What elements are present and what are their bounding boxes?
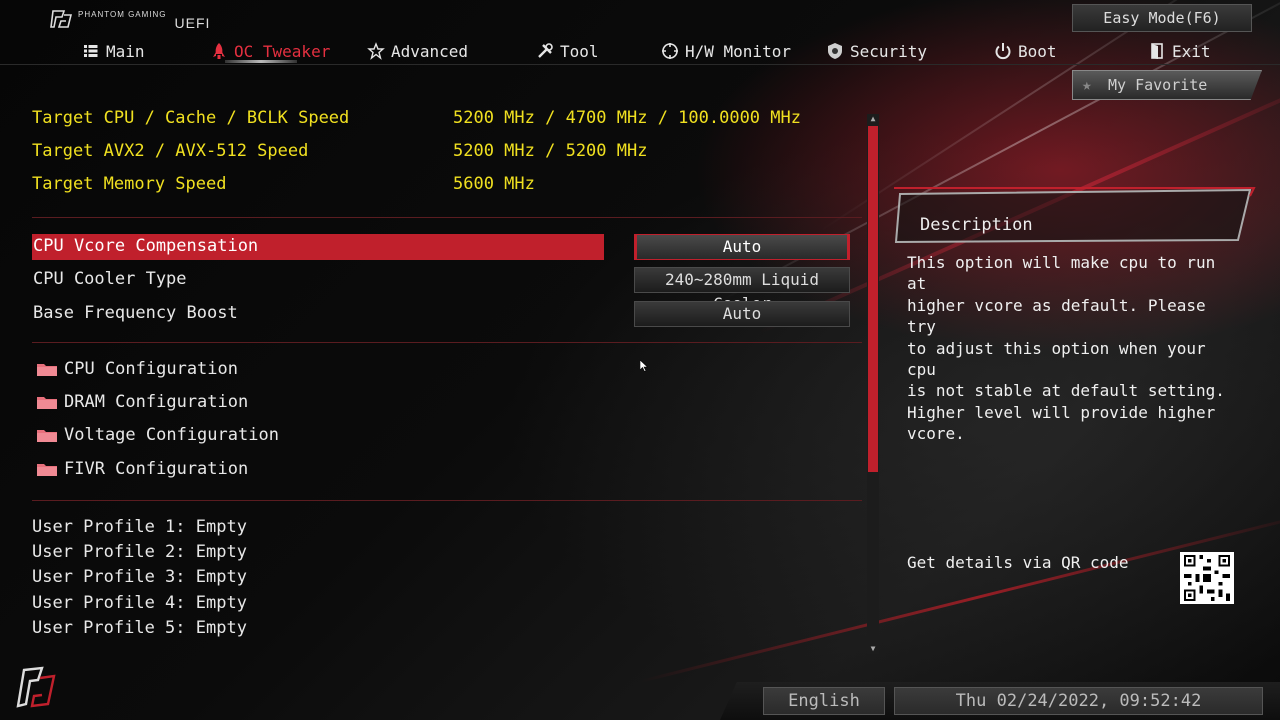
list-icon [84,45,98,57]
tab-advanced[interactable]: Advanced [367,38,468,64]
folder-icon [37,364,57,376]
power-icon [995,43,1011,60]
tab-boot[interactable]: Boot [994,38,1057,64]
option-label: CPU Cooler Type [33,269,187,289]
user-profile-5[interactable]: User Profile 5: Empty [32,618,247,638]
tab-security-label: Security [850,41,928,61]
submenu-label: CPU Configuration [64,359,238,379]
crosshair-icon [662,43,678,59]
submenu-label: FIVR Configuration [64,459,249,479]
tab-tool-label: Tool [560,41,599,61]
info-label: Target AVX2 / AVX-512 Speed [32,141,309,161]
option-cpu-cooler-type[interactable]: CPU Cooler Type 240~280mm Liquid Cooler [32,267,852,313]
phantom-gaming-bottom-logo-icon [16,666,56,708]
tab-security[interactable]: Security [826,38,927,64]
option-cpu-vcore-compensation[interactable]: CPU Vcore Compensation Auto [32,234,852,260]
submenu-cpu-configuration[interactable]: CPU Configuration [36,356,238,382]
scrollbar-thumb[interactable] [868,126,878,472]
tab-tool[interactable]: Tool [536,38,599,64]
brand-logo: PHANTOM GAMING UEFI [50,9,210,31]
option-value-dropdown[interactable]: Auto [634,301,850,327]
user-profile-3[interactable]: User Profile 3: Empty [32,567,247,587]
content-scrollbar[interactable]: ▲ ▼ [867,114,879,654]
folder-icon [37,430,57,442]
option-value-dropdown[interactable]: 240~280mm Liquid Cooler [634,267,850,313]
rocket-icon [213,43,225,59]
info-label: Target Memory Speed [32,174,227,194]
scroll-down-arrow-icon[interactable]: ▼ [867,644,879,654]
system-clock: Thu 02/24/2022, 09:52:42 [894,687,1263,715]
info-label: Target CPU / Cache / BCLK Speed [32,108,350,128]
option-value-dropdown[interactable]: Auto [634,234,850,260]
info-value: 5600 MHz [453,174,535,194]
option-label: Base Frequency Boost [33,303,238,323]
tab-exit[interactable]: Exit [1148,38,1211,64]
user-profile-4[interactable]: User Profile 4: Empty [32,593,247,613]
scroll-up-arrow-icon[interactable]: ▲ [867,114,879,124]
qr-code-image [1180,552,1234,604]
description-title: Description [920,215,1033,235]
phantom-gaming-logo-icon [50,10,72,28]
active-tab-indicator [225,60,297,63]
tab-boot-label: Boot [1018,41,1057,61]
submenu-voltage-configuration[interactable]: Voltage Configuration [36,422,279,448]
section-divider [32,217,862,218]
my-favorite-label: My Favorite [1108,76,1208,94]
language-button[interactable]: English [763,687,885,715]
tab-exit-label: Exit [1172,41,1211,61]
submenu-label: DRAM Configuration [64,392,249,412]
tab-oc-tweaker-label: OC Tweaker [234,41,331,61]
section-divider [32,342,862,343]
easy-mode-button[interactable]: Easy Mode(F6) [1072,4,1252,32]
qr-code-label: Get details via QR code [907,553,1129,572]
info-value: 5200 MHz / 4700 MHz / 100.0000 MHz [453,108,801,128]
section-divider [32,500,862,501]
description-text: This option will make cpu to run at high… [907,253,1225,444]
info-value: 5200 MHz / 5200 MHz [453,141,648,161]
tab-hw-monitor-label: H/W Monitor [685,41,791,61]
tab-hw-monitor[interactable]: H/W Monitor [661,38,791,64]
folder-icon [37,397,57,409]
user-profile-1[interactable]: User Profile 1: Empty [32,517,247,537]
logo-uefi-text: UEFI [174,15,211,31]
submenu-label: Voltage Configuration [64,425,279,445]
user-profile-2[interactable]: User Profile 2: Empty [32,542,247,562]
logo-brand-text: PHANTOM GAMING [78,10,167,19]
wrench-icon [538,43,553,58]
tab-main-label: Main [106,41,145,61]
mouse-cursor-icon [640,360,648,372]
submenu-dram-configuration[interactable]: DRAM Configuration [36,389,248,415]
top-navigation: Main OC Tweaker Advanced Tool H/W Monito… [0,38,1280,66]
tab-advanced-label: Advanced [391,41,469,61]
header-divider [0,64,1280,65]
tab-main[interactable]: Main [82,38,145,64]
submenu-fivr-configuration[interactable]: FIVR Configuration [36,456,248,482]
star-icon [367,42,385,60]
option-label: CPU Vcore Compensation [33,236,259,256]
folder-icon [37,464,57,476]
favorite-star-icon: ★ [1082,75,1092,94]
shield-icon [828,43,842,59]
my-favorite-button[interactable]: ★ My Favorite [1072,70,1262,100]
option-base-frequency-boost[interactable]: Base Frequency Boost Auto [32,301,852,327]
exit-door-icon [1151,43,1163,59]
